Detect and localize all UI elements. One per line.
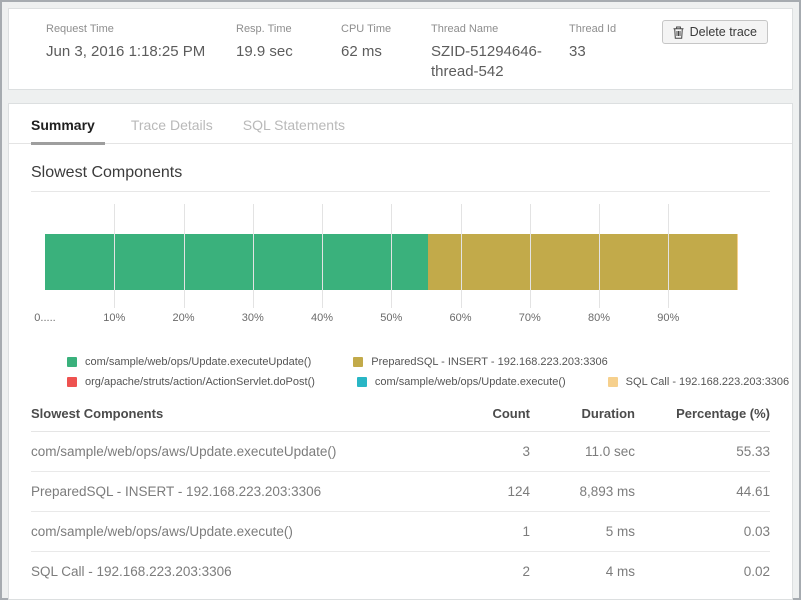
legend-row: org/apache/struts/action/ActionServlet.d… bbox=[67, 376, 770, 388]
legend-label: com/sample/web/ops/Update.executeUpdate(… bbox=[85, 356, 311, 368]
legend-label: SQL Call - 192.168.223.203:3306 bbox=[626, 376, 790, 388]
component-cell: com/sample/web/ops/aws/Update.executeUpd… bbox=[31, 444, 440, 459]
gridline bbox=[322, 204, 323, 308]
count-cell: 2 bbox=[440, 564, 530, 579]
x-axis-tick-label: 70% bbox=[519, 312, 541, 324]
x-axis: 0.....10%20%30%40%50%60%70%80%90% bbox=[45, 310, 786, 326]
x-axis-tick-label: 40% bbox=[311, 312, 333, 324]
gridline bbox=[668, 204, 669, 308]
legend-swatch bbox=[67, 357, 77, 367]
tab-summary[interactable]: Summary bbox=[31, 117, 105, 145]
count-cell: 124 bbox=[440, 484, 530, 499]
x-axis-tick-label: 90% bbox=[657, 312, 679, 324]
component-cell: com/sample/web/ops/aws/Update.execute() bbox=[31, 524, 440, 539]
table-header-row: Slowest ComponentsCountDurationPercentag… bbox=[31, 396, 770, 432]
gridline bbox=[530, 204, 531, 308]
x-axis-tick-label: 10% bbox=[103, 312, 125, 324]
percentage-cell: 0.03 bbox=[635, 524, 770, 539]
resp-time-label: Resp. Time bbox=[236, 23, 341, 35]
legend-label: PreparedSQL - INSERT - 192.168.223.203:3… bbox=[371, 356, 607, 368]
legend-item[interactable]: org/apache/struts/action/ActionServlet.d… bbox=[67, 376, 315, 388]
duration-cell: 8,893 ms bbox=[530, 484, 635, 499]
table-row: PreparedSQL - INSERT - 192.168.223.203:3… bbox=[31, 472, 770, 512]
gridline bbox=[391, 204, 392, 308]
gridline bbox=[253, 204, 254, 308]
trace-detail-card: Summary Trace Details SQL Statements Slo… bbox=[8, 103, 793, 600]
bar-segment bbox=[428, 234, 737, 290]
legend-item[interactable]: SQL Call - 192.168.223.203:3306 bbox=[608, 376, 790, 388]
field-request-time: Request Time Jun 3, 2016 1:18:25 PM bbox=[46, 23, 236, 73]
gridline bbox=[599, 204, 600, 308]
delete-trace-button[interactable]: Delete trace bbox=[662, 20, 768, 44]
trash-icon bbox=[673, 26, 684, 39]
section-divider bbox=[31, 191, 770, 192]
trace-header-card: Request Time Jun 3, 2016 1:18:25 PM Resp… bbox=[8, 8, 793, 90]
duration-cell: 4 ms bbox=[530, 564, 635, 579]
component-cell: SQL Call - 192.168.223.203:3306 bbox=[31, 564, 440, 579]
thread-name-value: SZID-51294646-thread-542 bbox=[431, 42, 559, 83]
request-time-label: Request Time bbox=[46, 23, 236, 35]
percentage-cell: 44.61 bbox=[635, 484, 770, 499]
delete-trace-label: Delete trace bbox=[690, 25, 757, 39]
legend-swatch bbox=[608, 377, 618, 387]
gridline bbox=[114, 204, 115, 308]
table-header-cell: Slowest Components bbox=[31, 406, 440, 421]
field-thread-name: Thread Name SZID-51294646-thread-542 bbox=[431, 23, 569, 73]
table-header-cell: Percentage (%) bbox=[635, 406, 770, 421]
table-row: SQL Call - 192.168.223.203:330624 ms0.02 bbox=[31, 552, 770, 591]
field-cpu-time: CPU Time 62 ms bbox=[341, 23, 431, 73]
thread-id-value: 33 bbox=[569, 42, 649, 62]
legend-swatch bbox=[353, 357, 363, 367]
legend-swatch bbox=[67, 377, 77, 387]
x-axis-tick-label: 60% bbox=[449, 312, 471, 324]
count-cell: 3 bbox=[440, 444, 530, 459]
legend-item[interactable]: com/sample/web/ops/Update.executeUpdate(… bbox=[67, 356, 311, 368]
tab-trace-details[interactable]: Trace Details bbox=[131, 117, 217, 143]
gridline bbox=[184, 204, 185, 308]
table-row: com/sample/web/ops/aws/Update.executeUpd… bbox=[31, 432, 770, 472]
gridline bbox=[461, 204, 462, 308]
duration-cell: 5 ms bbox=[530, 524, 635, 539]
tab-sql-statements[interactable]: SQL Statements bbox=[243, 117, 349, 143]
cpu-time-value: 62 ms bbox=[341, 42, 431, 62]
section-title-slowest-components: Slowest Components bbox=[31, 164, 770, 182]
table-header-cell: Count bbox=[440, 406, 530, 421]
count-cell: 1 bbox=[440, 524, 530, 539]
slowest-components-table: Slowest ComponentsCountDurationPercentag… bbox=[31, 396, 770, 591]
component-cell: PreparedSQL - INSERT - 192.168.223.203:3… bbox=[31, 484, 440, 499]
resp-time-value: 19.9 sec bbox=[236, 42, 341, 62]
x-axis-tick-label: 0..... bbox=[34, 312, 55, 324]
x-axis-tick-label: 80% bbox=[588, 312, 610, 324]
legend-item[interactable]: PreparedSQL - INSERT - 192.168.223.203:3… bbox=[353, 356, 607, 368]
x-axis-tick-label: 20% bbox=[172, 312, 194, 324]
table-header-cell: Duration bbox=[530, 406, 635, 421]
x-axis-tick-label: 50% bbox=[380, 312, 402, 324]
legend-row: com/sample/web/ops/Update.executeUpdate(… bbox=[67, 356, 770, 368]
bar-segment bbox=[45, 234, 428, 290]
field-thread-id: Thread Id 33 bbox=[569, 23, 649, 73]
stacked-bar bbox=[45, 234, 786, 290]
thread-name-label: Thread Name bbox=[431, 23, 569, 35]
field-resp-time: Resp. Time 19.9 sec bbox=[236, 23, 341, 73]
thread-id-label: Thread Id bbox=[569, 23, 649, 35]
tab-bar: Summary Trace Details SQL Statements bbox=[9, 104, 792, 144]
cpu-time-label: CPU Time bbox=[341, 23, 431, 35]
chart-legend: com/sample/web/ops/Update.executeUpdate(… bbox=[67, 356, 770, 388]
legend-swatch bbox=[357, 377, 367, 387]
duration-cell: 11.0 sec bbox=[530, 444, 635, 459]
table-row: com/sample/web/ops/aws/Update.execute()1… bbox=[31, 512, 770, 552]
legend-label: com/sample/web/ops/Update.execute() bbox=[375, 376, 566, 388]
x-axis-tick-label: 30% bbox=[242, 312, 264, 324]
request-time-value: Jun 3, 2016 1:18:25 PM bbox=[46, 42, 236, 62]
percentage-cell: 0.02 bbox=[635, 564, 770, 579]
plot-area bbox=[45, 204, 786, 308]
legend-label: org/apache/struts/action/ActionServlet.d… bbox=[85, 376, 315, 388]
table-body: com/sample/web/ops/aws/Update.executeUpd… bbox=[31, 432, 770, 591]
percentage-cell: 55.33 bbox=[635, 444, 770, 459]
legend-item[interactable]: com/sample/web/ops/Update.execute() bbox=[357, 376, 566, 388]
